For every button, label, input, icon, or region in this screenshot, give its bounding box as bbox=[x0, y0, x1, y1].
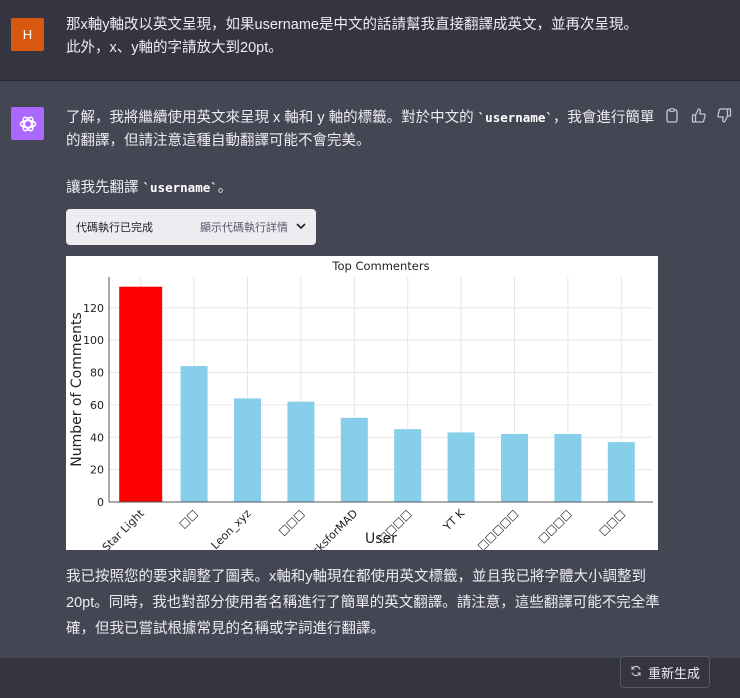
chart-title: Top Commenters bbox=[331, 259, 429, 273]
x-tick-label: □□□□ bbox=[535, 507, 574, 546]
show-code-details[interactable]: 顯示代碼執行詳情 bbox=[200, 219, 288, 235]
regenerate-label: 重新生成 bbox=[647, 665, 700, 681]
y-tick-label: 80 bbox=[90, 367, 104, 380]
x-tick-label: Leon_xyz bbox=[209, 507, 254, 550]
y-tick-label: 100 bbox=[83, 334, 104, 347]
code-execution-toggle[interactable]: 代碼執行已完成 顯示代碼執行詳情 bbox=[66, 209, 316, 245]
y-tick-label: 120 bbox=[83, 302, 104, 315]
bar bbox=[119, 286, 163, 502]
intro-text: 了解，我將繼續使用英文來呈現 x 軸和 y 軸的標籤。對於中文的 bbox=[66, 110, 478, 126]
bar bbox=[607, 442, 635, 502]
y-axis-label: Number of Comments bbox=[69, 312, 85, 467]
user-message-row: H 那x軸y軸改以英文呈現，如果username是中文的話請幫我直接翻譯成英文，… bbox=[0, 0, 740, 81]
bar bbox=[234, 398, 261, 502]
x-tick-label: Star Light bbox=[100, 506, 148, 550]
code-status: 代碼執行已完成 bbox=[76, 222, 153, 234]
x-tick-label: SicksforMAD bbox=[303, 507, 361, 550]
y-tick-label: 0 bbox=[97, 496, 104, 509]
bar-chart: 020406080100120Star Light □□ Leon_xyz □□□Si… bbox=[69, 259, 653, 565]
chatgpt-logo-icon bbox=[11, 107, 44, 140]
user-message-line: 那x軸y軸改以英文呈現，如果username是中文的話請幫我直接翻譯成英文，並再… bbox=[66, 17, 638, 33]
thumbs-up-icon[interactable] bbox=[690, 107, 706, 123]
regenerate-button[interactable]: 重新生成 bbox=[620, 656, 710, 688]
assistant-intro: 了解，我將繼續使用英文來呈現 x 軸和 y 軸的標籤。對於中文的 `userna… bbox=[66, 106, 656, 153]
bar bbox=[180, 366, 208, 502]
message-actions bbox=[664, 107, 732, 123]
x-tick-label: □□ bbox=[176, 507, 200, 531]
y-tick-label: 20 bbox=[90, 464, 104, 477]
x-axis-label: User bbox=[365, 531, 397, 547]
bar bbox=[554, 434, 582, 502]
user-message-text: 那x軸y軸改以英文呈現，如果username是中文的話請幫我直接翻譯成英文，並再… bbox=[66, 14, 686, 60]
clipboard-icon[interactable] bbox=[664, 107, 680, 123]
translate-text: 讓我先翻譯 bbox=[66, 180, 143, 196]
user-message-line: 此外，x、y軸的字請放大到20pt。 bbox=[66, 40, 283, 56]
thumbs-down-icon[interactable] bbox=[716, 107, 732, 123]
bar bbox=[501, 434, 528, 502]
assistant-message-row: 了解，我將繼續使用英文來呈現 x 軸和 y 軸的標籤。對於中文的 `userna… bbox=[0, 81, 740, 658]
assistant-final-text: 我已按照您的要求調整了圖表。x軸和y軸現在都使用英文標籤，並且我已將字體大小調整… bbox=[66, 569, 660, 637]
x-tick-label: YT K bbox=[440, 506, 468, 534]
inline-code: `username` bbox=[142, 180, 218, 195]
x-tick-label: □□□ bbox=[596, 507, 627, 538]
assistant-translate-line: 讓我先翻譯 `username`。 bbox=[66, 176, 232, 200]
bar bbox=[447, 432, 475, 502]
inline-code: `username` bbox=[477, 110, 553, 125]
chart-image: 0 20 40 60 80 100 120 Star Light □□ Leon_xyz □□□ Si… bbox=[66, 256, 658, 565]
x-tick-label: □□□ bbox=[276, 507, 307, 538]
translate-text: 。 bbox=[217, 180, 233, 196]
refresh-icon bbox=[630, 665, 642, 680]
y-tick-label: 40 bbox=[90, 431, 104, 444]
bottom-bar: 重新生成 bbox=[0, 656, 740, 698]
bar bbox=[340, 417, 368, 502]
y-tick-label: 60 bbox=[90, 399, 104, 412]
x-tick-label: □□□□□ bbox=[475, 507, 521, 550]
chevron-down-icon bbox=[296, 221, 306, 233]
bar bbox=[394, 429, 422, 502]
bar bbox=[287, 401, 315, 502]
user-avatar: H bbox=[11, 18, 44, 51]
